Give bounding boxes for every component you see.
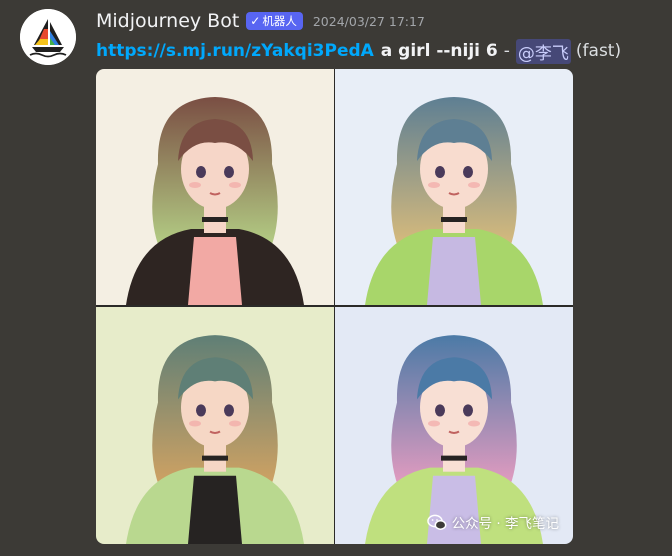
shirt	[427, 237, 481, 305]
eye-right	[463, 166, 473, 178]
choker	[441, 455, 467, 461]
user-mention[interactable]: @李飞	[515, 38, 571, 64]
chat-message: Midjourney Bot ✓ 机器人 2024/03/27 17:17 ht…	[0, 0, 672, 556]
eye-right	[224, 404, 234, 417]
eye-right	[463, 404, 473, 417]
grid-image-1[interactable]	[96, 69, 334, 305]
username[interactable]: Midjourney Bot	[96, 10, 239, 32]
blush-right	[468, 182, 480, 188]
message-content: https://s.mj.run/zYakqi3PedA a girl --ni…	[96, 38, 621, 64]
grid-image-2[interactable]	[335, 69, 573, 305]
illustration	[96, 69, 334, 305]
grid-image-4[interactable]	[335, 307, 573, 544]
watermark-text: 公众号 · 李飞笔记	[451, 516, 559, 532]
shirt	[427, 475, 481, 544]
wechat-icon	[426, 514, 447, 530]
shirt	[188, 475, 242, 544]
prompt-text: a girl --niji 6	[380, 41, 498, 61]
bot-tag: ✓ 机器人	[246, 12, 303, 30]
blush-left	[428, 182, 440, 188]
separator: -	[503, 41, 510, 61]
eye-left	[196, 404, 206, 417]
image-grid[interactable]: 公众号 · 李飞笔记	[96, 69, 573, 544]
illustration	[96, 307, 334, 544]
choker	[202, 455, 228, 461]
shirt	[188, 237, 242, 305]
verified-check-icon: ✓	[250, 14, 261, 28]
bot-avatar[interactable]	[20, 9, 76, 65]
eye-right	[224, 166, 234, 178]
eye-left	[435, 166, 445, 178]
sailboat-logo-icon	[20, 9, 76, 65]
watermark: 公众号 · 李飞笔记	[426, 512, 559, 532]
speed-label: (fast)	[575, 41, 622, 61]
blush-left	[189, 182, 201, 188]
choker	[441, 217, 467, 222]
blush-right	[229, 182, 241, 188]
timestamp: 2024/03/27 17:17	[312, 13, 425, 29]
blush-left	[428, 420, 440, 427]
eye-left	[196, 166, 206, 178]
illustration	[335, 307, 573, 544]
blush-right	[468, 420, 480, 427]
message-header: Midjourney Bot ✓ 机器人 2024/03/27 17:17	[96, 8, 425, 34]
illustration	[335, 69, 573, 305]
prompt-link[interactable]: https://s.mj.run/zYakqi3PedA	[96, 41, 374, 61]
blush-right	[229, 420, 241, 427]
blush-left	[189, 420, 201, 427]
grid-image-3[interactable]	[96, 307, 334, 544]
choker	[202, 217, 228, 222]
eye-left	[435, 404, 445, 417]
bot-tag-label: 机器人	[262, 14, 297, 28]
